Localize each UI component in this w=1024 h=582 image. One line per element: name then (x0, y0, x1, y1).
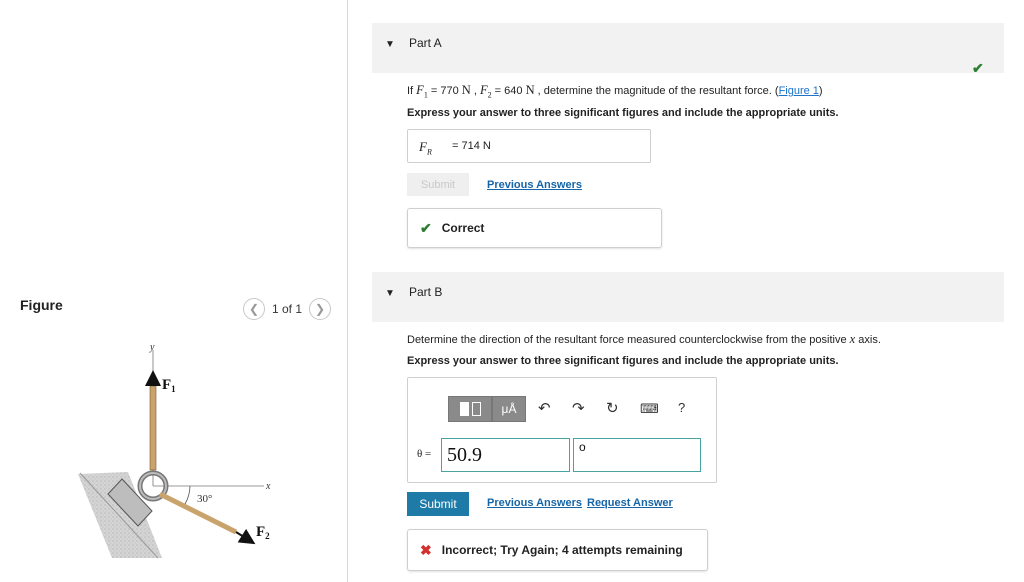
prev-figure-button[interactable]: ❮ (243, 298, 265, 320)
check-icon: ✔ (420, 219, 432, 236)
part-b-math-input: μÅ ↶ ↷ ↻ ⌨ ? θ = 50.9 o (407, 377, 717, 483)
theta-label: θ = (417, 448, 432, 460)
part-a-header[interactable]: ▼ Part A (372, 23, 1004, 73)
template-icon (459, 402, 469, 416)
template-toolbar-group: μÅ (448, 396, 526, 422)
part-a-feedback: ✔ Correct (407, 208, 662, 248)
units-button[interactable]: μÅ (492, 396, 526, 422)
y-axis-label: y (149, 342, 155, 353)
rope-f1 (149, 385, 157, 471)
figure-pager: ❮ 1 of 1 ❯ (243, 298, 332, 320)
figure-link[interactable]: Figure 1 (779, 85, 819, 97)
page-root: Figure ❮ 1 of 1 ❯ y x F1 F2 30° ▼ Part A… (0, 0, 1024, 582)
f1-label: F1 (162, 377, 176, 394)
angle-label: 30° (197, 493, 212, 505)
part-b-title: Part B (409, 285, 443, 299)
part-a-submit-button[interactable]: Submit (407, 173, 469, 196)
keyboard-icon[interactable]: ⌨ (640, 401, 659, 417)
part-b-previous-answers-link[interactable]: Previous Answers (487, 497, 582, 509)
part-a-previous-answers-link[interactable]: Previous Answers (487, 179, 582, 191)
pager-text: 1 of 1 (272, 302, 303, 316)
angle-arc (184, 485, 191, 505)
f2-label: F2 (256, 524, 270, 541)
template-icon-2 (471, 402, 481, 416)
collapse-triangle-icon: ▼ (385, 288, 395, 299)
answer-label: FR (419, 139, 432, 157)
force-f2-arrow (235, 528, 256, 545)
part-b-header[interactable]: ▼ Part B (372, 272, 1004, 322)
x-axis-label: x (265, 481, 271, 492)
part-a-title: Part A (409, 36, 442, 50)
part-a-complete-check-icon: ✔ (972, 60, 984, 76)
next-figure-button[interactable]: ❯ (309, 298, 332, 320)
figure-title: Figure (20, 297, 63, 313)
x-icon: ✖ (420, 541, 432, 558)
help-button[interactable]: ? (678, 400, 685, 415)
part-b-feedback: ✖ Incorrect; Try Again; 4 attempts remai… (407, 529, 708, 571)
chevron-right-icon: ❯ (315, 302, 326, 316)
answer-value: = 714 N (452, 140, 491, 152)
value-input[interactable]: 50.9 (441, 438, 570, 472)
part-b-question: Determine the direction of the resultant… (407, 332, 881, 346)
part-a-answer-field: FR = 714 N (407, 129, 651, 163)
chevron-left-icon: ❮ (248, 302, 260, 316)
request-answer-link[interactable]: Request Answer (587, 497, 673, 509)
force-diagram: y x F1 F2 30° (78, 342, 271, 559)
part-a-question: If F1 = 770 N , F2 = 640 N , determine t… (407, 83, 823, 100)
templates-button[interactable] (448, 396, 492, 422)
part-b-instruction: Express your answer to three significant… (407, 355, 839, 367)
undo-icon[interactable]: ↶ (538, 399, 551, 417)
unit-input[interactable]: o (573, 438, 701, 472)
part-a-instruction: Express your answer to three significant… (407, 107, 839, 119)
redo-icon[interactable]: ↷ (572, 399, 585, 417)
part-b-submit-button[interactable]: Submit (407, 492, 469, 516)
collapse-triangle-icon: ▼ (385, 39, 395, 50)
panel-divider (347, 0, 348, 582)
reset-icon[interactable]: ↻ (606, 399, 619, 417)
